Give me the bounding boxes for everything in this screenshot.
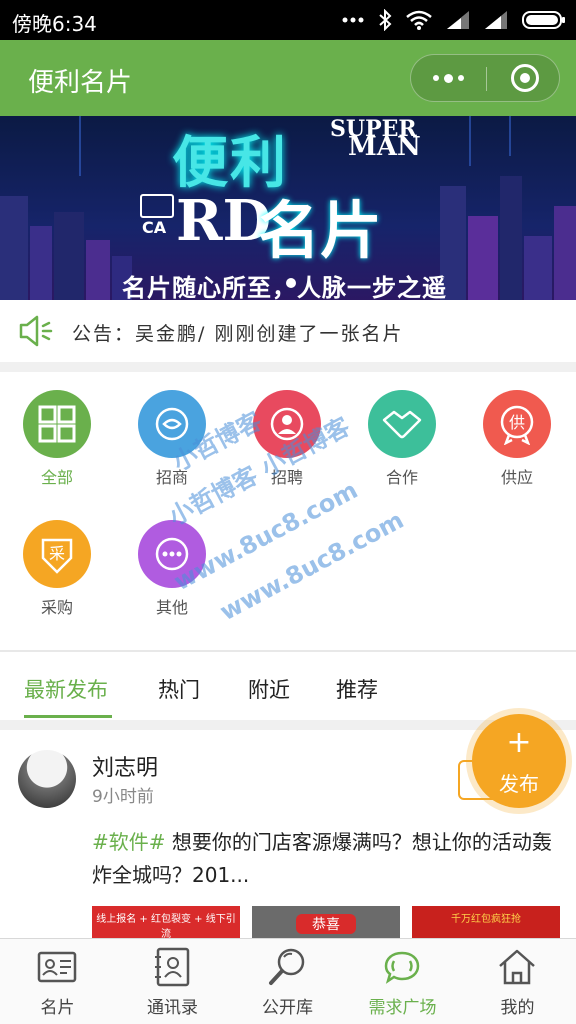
- thumb-caption: 恭喜: [296, 914, 356, 934]
- banner[interactable]: 便利 SUPER MAN CA RD 名片 名片随心所至，人脉一步之遥: [0, 116, 576, 300]
- category-merchant[interactable]: 招商: [115, 390, 229, 488]
- category-label: 全部: [40, 468, 73, 487]
- banner-ca: CA: [142, 218, 167, 237]
- search-icon: [269, 948, 305, 985]
- tabbar-label: 公开库: [262, 998, 313, 1018]
- tabbar-label: 名片: [40, 998, 75, 1018]
- purchase-icon: 采: [23, 520, 91, 588]
- tab-latest[interactable]: 最新发布: [24, 674, 108, 704]
- grid-icon: [23, 390, 91, 458]
- card-graphic-icon: [140, 194, 174, 218]
- post-images: 线上报名 + 红包裂变 + 线下引流 客源 恭喜 千万红包疯狂抢: [92, 906, 562, 940]
- category-label: 其他: [155, 598, 188, 617]
- tabbar-label: 我的: [500, 998, 535, 1018]
- supply-icon: 供: [483, 390, 551, 458]
- section-divider: [0, 362, 576, 372]
- category-supply[interactable]: 供 供应: [460, 390, 574, 488]
- category-label: 招商: [155, 468, 188, 487]
- status-bar: 傍晚6:34: [0, 0, 576, 40]
- category-all[interactable]: 全部: [0, 390, 114, 488]
- handshake-icon: [368, 390, 436, 458]
- status-icons: [342, 9, 566, 31]
- tab-nearby[interactable]: 附近: [248, 674, 290, 704]
- publish-button[interactable]: + 发布: [472, 714, 566, 808]
- tabbar-item-mine[interactable]: 我的: [460, 939, 575, 1024]
- signal-icon: [447, 11, 469, 29]
- close-button[interactable]: [511, 64, 539, 92]
- category-recruit[interactable]: 招聘: [230, 390, 344, 488]
- plus-icon: +: [506, 725, 532, 760]
- post-image[interactable]: 恭喜: [252, 906, 400, 940]
- category-label: 招聘: [270, 468, 303, 487]
- battery-icon: [522, 11, 565, 29]
- notice-text: 公告：吴金鹏/ 刚刚创建了一张名片: [72, 323, 404, 345]
- more-icon: [138, 520, 206, 588]
- tab-hot[interactable]: 热门: [158, 674, 200, 704]
- notice-bar[interactable]: 公告：吴金鹏/ 刚刚创建了一张名片: [0, 300, 576, 362]
- svg-text:供: 供: [509, 413, 525, 432]
- wifi-icon: [406, 10, 432, 30]
- banner-mingpian: 名片: [258, 194, 383, 267]
- mini-program-capsule: [410, 54, 560, 102]
- post-content[interactable]: #软件# 想要你的门店客源爆满吗？想让你的活动轰炸全城吗？201...: [92, 826, 562, 892]
- post-image[interactable]: 线上报名 + 红包裂变 + 线下引流 客源: [92, 906, 240, 940]
- category-other[interactable]: 其他: [115, 520, 229, 618]
- category-label: 供应: [500, 468, 533, 487]
- bottom-tab-bar: 名片 通讯录 公开库 需求广场 我的: [0, 938, 576, 1024]
- tab-recommended[interactable]: 推荐: [336, 674, 378, 704]
- tabbar-label: 需求广场: [368, 998, 437, 1018]
- tabbar-item-card[interactable]: 名片: [0, 939, 115, 1024]
- more-dots-icon: [342, 17, 364, 23]
- page-title: 便利名片: [28, 68, 133, 98]
- banner-indicator-dot: [286, 278, 296, 288]
- active-tab-indicator: [24, 715, 112, 718]
- avatar[interactable]: [18, 750, 76, 808]
- more-menu-button[interactable]: [411, 55, 486, 101]
- post-time: 9小时前: [92, 787, 154, 807]
- category-purchase[interactable]: 采 采购: [0, 520, 114, 618]
- status-time: 傍晚6:34: [12, 12, 97, 36]
- tabbar-item-demand[interactable]: 需求广场: [345, 939, 460, 1024]
- home-icon: [499, 949, 535, 985]
- svg-text:采: 采: [49, 544, 65, 563]
- banner-man: MAN: [348, 132, 421, 162]
- category-cooperation[interactable]: 合作: [345, 390, 459, 488]
- publish-label: 发布: [499, 772, 539, 796]
- category-label: 采购: [40, 598, 73, 617]
- nav-bar: 便利名片: [0, 40, 576, 116]
- banner-slogan: 名片随心所至，人脉一步之遥: [122, 274, 447, 300]
- category-grid: 全部 招商 招聘 合作 供 供应 采 采购 其他: [0, 372, 576, 650]
- category-label: 合作: [385, 468, 418, 487]
- bluetooth-icon: [379, 9, 392, 31]
- card-icon: [37, 951, 77, 983]
- merchant-icon: [138, 390, 206, 458]
- thumb-caption: 线上报名 + 红包裂变 + 线下引流: [96, 914, 236, 940]
- signal-2-icon: [485, 11, 507, 29]
- speaker-icon: [19, 315, 53, 347]
- contacts-icon: [155, 947, 190, 987]
- capsule-divider: [486, 67, 487, 91]
- recruit-icon: [253, 390, 321, 458]
- post-image[interactable]: 千万红包疯狂抢: [412, 906, 560, 940]
- tabbar-item-contacts[interactable]: 通讯录: [115, 939, 230, 1024]
- banner-rd: RD: [176, 188, 272, 254]
- tabbar-label: 通讯录: [147, 998, 198, 1018]
- feed-tabs: 最新发布 热门 附近 推荐: [0, 652, 576, 720]
- tabbar-item-public[interactable]: 公开库: [230, 939, 345, 1024]
- thumb-caption: 千万红包疯狂抢: [451, 914, 521, 925]
- post-author-name[interactable]: 刘志明: [92, 750, 158, 782]
- message-icon: [384, 951, 420, 984]
- post-tag[interactable]: #软件#: [92, 830, 166, 854]
